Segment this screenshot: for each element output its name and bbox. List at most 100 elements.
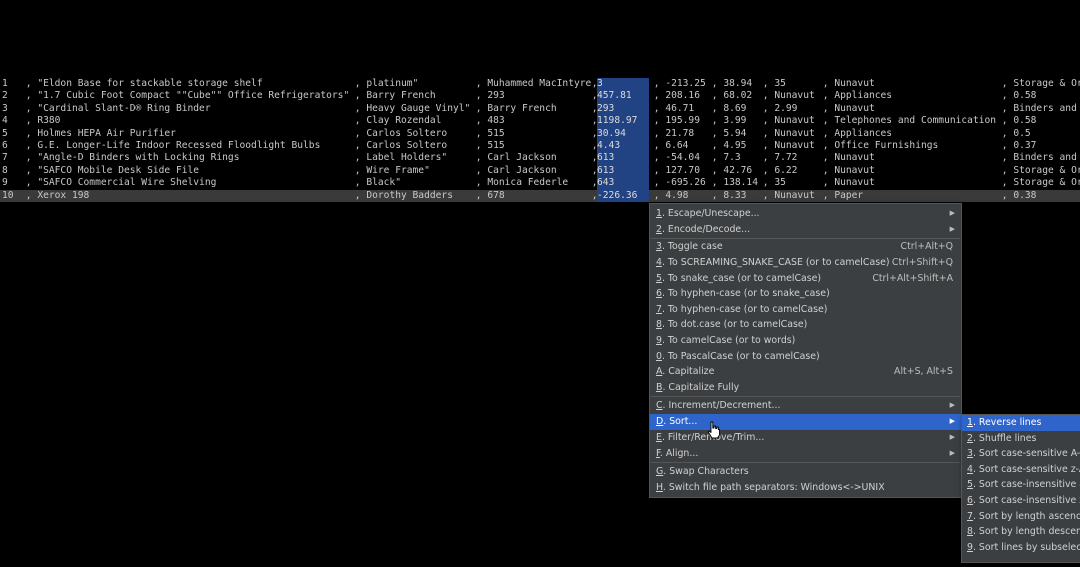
menu-item-align[interactable]: F. Align... ▶ [650, 446, 961, 462]
menu-item-swap-characters[interactable]: G. Swap Characters [650, 464, 961, 480]
cell-selected[interactable]: -226.36 [597, 189, 649, 202]
cell-selected[interactable]: 613 [597, 152, 649, 165]
sort-item-length-descending[interactable]: 8. Sort by length descending [962, 524, 1080, 540]
cell-selected[interactable]: 643 [597, 177, 649, 190]
menu-item-capitalize-fully[interactable]: B. Capitalize Fully [650, 380, 961, 396]
cell-col9[interactable]: , 0.58 [996, 90, 1037, 102]
menu-item-increment-decrement[interactable]: C. Increment/Decrement... ▶ [650, 398, 961, 414]
cell-col3[interactable]: , Carl Jackson [470, 152, 557, 164]
cell-col7[interactable]: , Nunavut [757, 90, 815, 102]
cell-col5[interactable]: , -213.25 [648, 78, 706, 90]
cell-col6[interactable]: , 138.14 [706, 177, 758, 189]
menu-item-escape-unescape[interactable]: 1. Escape/Unescape... ▶ [650, 206, 961, 222]
sort-item-shuffle-lines[interactable]: 2. Shuffle lines [962, 431, 1080, 447]
cell-col6[interactable]: , 4.95 [706, 140, 747, 152]
cell-col8[interactable]: , Paper [817, 190, 863, 202]
menu-item-toggle-case[interactable]: 3. Toggle case Ctrl+Alt+Q [650, 239, 961, 255]
cell-col7[interactable]: , 6.22 [757, 165, 798, 177]
menu-item-camel-case[interactable]: 9. To camelCase (or to words) [650, 333, 961, 349]
cell-col3[interactable]: , Carl Jackson [470, 165, 557, 177]
cell-col6[interactable]: , 5.94 [706, 128, 747, 140]
cell-col8[interactable]: , Office Furnishings [817, 140, 939, 152]
menu-item-snake-case[interactable]: 5. To snake_case (or to camelCase) Ctrl+A… [650, 271, 961, 287]
menu-item-capitalize[interactable]: A. Capitalize Alt+S, Alt+S [650, 364, 961, 380]
cell-selected[interactable]: 4.43 [597, 139, 649, 153]
cell-col8[interactable]: , Appliances [817, 90, 892, 102]
csv-editor[interactable]: 1 , "Eldon Base for stackable storage sh… [0, 78, 1080, 202]
cell-col7[interactable]: , Nunavut [757, 115, 815, 127]
sort-item-case-sensitive-za[interactable]: 4. Sort case-sensitive z-A [962, 462, 1080, 478]
cell-selected[interactable]: 613 [597, 164, 649, 178]
table-row-current[interactable]: 10 , Xerox 198 , Dorothy Badders , 678 ,… [0, 189, 1080, 202]
table-row[interactable]: 7 , "Angle-D Binders with Locking Rings … [0, 152, 1080, 165]
cell-col3[interactable]: , 515 [470, 140, 505, 152]
cell-col3[interactable]: , Monica Federle [470, 177, 568, 189]
cell-product[interactable]: , Xerox 198 [20, 190, 90, 202]
cell-product[interactable]: , "1.7 Cubic Foot Compact ""Cube"" Offic… [20, 90, 349, 102]
cell-col9[interactable]: , Storage & Org [996, 165, 1080, 177]
cell-col8[interactable]: , Nunavut [817, 152, 875, 164]
cell-col8[interactable]: , Nunavut [817, 177, 875, 189]
menu-item-filter-remove-trim[interactable]: E. Filter/Remove/Trim...▶ [650, 430, 961, 446]
cell-product[interactable]: , "SAFCO Commercial Wire Shelving [20, 177, 217, 189]
cell-col2[interactable]: , Carlos Soltero [349, 140, 447, 152]
cell-product[interactable]: , "Eldon Base for stackable storage shel… [20, 78, 263, 90]
cell-col7[interactable]: , 35 [757, 78, 786, 90]
cell-col3[interactable]: , 678 [470, 190, 505, 202]
cell-col7[interactable]: , 2.99 [757, 103, 798, 115]
cell-selected[interactable]: 457.81 [597, 90, 649, 103]
sort-item-by-subselection[interactable]: 9. Sort lines by subselection [962, 540, 1080, 556]
cell-col3[interactable]: , Muhammed MacIntyre [470, 78, 592, 90]
cell-col9[interactable]: , Storage & Org [996, 177, 1080, 189]
cell-col5[interactable]: , 208.16 [648, 90, 700, 102]
table-row[interactable]: 4 , R380 , Clay Rozendal , 483 , 1198.97… [0, 115, 1080, 128]
cell-col2[interactable]: , Label Holders" [349, 152, 447, 164]
cell-col5[interactable]: , -695.26 [648, 177, 706, 189]
cell-col7[interactable]: , Nunavut [757, 140, 815, 152]
cell-col9[interactable]: , Binders and B [996, 103, 1080, 115]
cell-col7[interactable]: , Nunavut [757, 128, 815, 140]
sort-item-case-insensitive-za[interactable]: 6. Sort case-insensitive z-a [962, 493, 1080, 509]
cell-selected[interactable]: 30.94 [597, 127, 649, 140]
cell-col8[interactable]: , Nunavut [817, 103, 875, 115]
cell-product[interactable]: , Holmes HEPA Air Purifier [20, 128, 176, 140]
table-row[interactable]: 8 , "SAFCO Mobile Desk Side File , Wire … [0, 164, 1080, 178]
cell-col8[interactable]: , Appliances [817, 128, 892, 140]
cell-col7[interactable]: , 7.72 [757, 152, 798, 164]
table-row[interactable]: 1 , "Eldon Base for stackable storage sh… [0, 78, 1080, 91]
cell-col5[interactable]: , 195.99 [648, 115, 700, 127]
cell-col9[interactable]: , 0.38 [996, 190, 1037, 202]
cell-col6[interactable]: , 68.02 [706, 90, 752, 102]
table-row[interactable]: 6 , G.E. Longer-Life Indoor Recessed Flo… [0, 139, 1080, 153]
cell-product[interactable]: , "SAFCO Mobile Desk Side File [20, 165, 199, 177]
cell-col6[interactable]: , 8.33 [706, 190, 747, 202]
cell-col5[interactable]: , 21.78 [648, 128, 694, 140]
cell-col2[interactable]: , Carlos Soltero [349, 128, 447, 140]
cell-col2[interactable]: , Wire Frame" [349, 165, 430, 177]
cell-col9[interactable]: , 0.58 [996, 115, 1037, 127]
cell-col5[interactable]: , 46.71 [648, 103, 694, 115]
cell-col6[interactable]: , 8.69 [706, 103, 747, 115]
cell-col2[interactable]: , Dorothy Badders [349, 190, 453, 202]
cell-col9[interactable]: , Storage & Org [996, 78, 1080, 90]
cell-selected[interactable]: 293 [597, 102, 649, 116]
menu-item-hyphen-case-snake[interactable]: 6. To hyphen-case (or to snake_case) [650, 286, 961, 302]
cell-col3[interactable]: , 293 [470, 90, 505, 102]
cell-col2[interactable]: , Heavy Gauge Vinyl" [349, 103, 471, 115]
cell-col9[interactable]: , Binders and B [996, 152, 1080, 164]
cell-col8[interactable]: , Telephones and Communication [817, 115, 996, 127]
cell-selected[interactable]: 3 [597, 78, 649, 91]
menu-item-dot-case[interactable]: 8. To dot.case (or to camelCase) [650, 317, 961, 333]
menu-item-switch-path-separators[interactable]: H. Switch file path separators: Windows<… [650, 480, 961, 496]
cell-col2[interactable]: , Clay Rozendal [349, 115, 442, 127]
cell-col7[interactable]: , 35 [757, 177, 786, 189]
cell-col5[interactable]: , 6.64 [648, 140, 689, 152]
cell-selected[interactable]: 1198.97 [597, 115, 649, 128]
menu-item-pascal-case[interactable]: 0. To PascalCase (or to camelCase) [650, 349, 961, 365]
cell-col2[interactable]: , Barry French [349, 90, 436, 102]
cell-col8[interactable]: , Nunavut [817, 165, 875, 177]
cell-product[interactable]: , G.E. Longer-Life Indoor Recessed Flood… [20, 140, 321, 152]
cell-col2[interactable]: , Black" [349, 177, 401, 189]
cell-col8[interactable]: , Nunavut [817, 78, 875, 90]
cell-col6[interactable]: , 42.76 [706, 165, 752, 177]
